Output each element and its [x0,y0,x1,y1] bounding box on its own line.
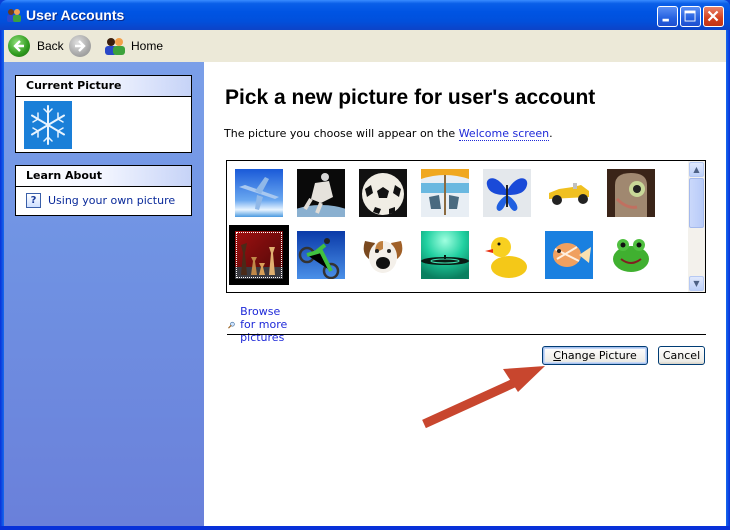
home-button[interactable]: Home [104,34,163,58]
scroll-down-button[interactable]: ▼ [689,276,704,291]
learn-about-heading: Learn About [16,166,191,187]
page-title: Pick a new picture for user's account [225,86,596,109]
scroll-thumb[interactable] [689,178,704,228]
current-picture-heading: Current Picture [16,76,191,97]
picture-cat[interactable] [607,169,655,217]
browse-label: Browse for more pictures [240,305,288,344]
picture-fish[interactable] [545,231,593,279]
user-accounts-window: User Accounts Back Home Current Picture … [0,0,730,530]
toolbar: Back Home [4,30,726,62]
magnifier-icon [228,321,235,328]
current-picture-snowflake [24,101,72,149]
forward-button[interactable] [69,34,91,58]
change-picture-button[interactable]: Change Picture [542,346,648,365]
picture-gallery: ▲ ▼ [226,160,706,293]
picture-beach-chairs[interactable] [421,169,469,217]
picture-race-car[interactable] [545,169,593,217]
home-users-icon [105,38,125,55]
scroll-up-button[interactable]: ▲ [689,162,704,177]
divider [227,334,706,335]
change-picture-label: Change Picture [553,349,637,362]
close-button[interactable] [703,6,724,27]
cancel-button[interactable]: Cancel [658,346,705,365]
window-title: User Accounts [26,7,125,23]
picture-astronaut[interactable] [297,169,345,217]
browse-pictures-link[interactable]: Browse for more pictures [228,305,295,344]
maximize-button[interactable] [680,6,701,27]
maximize-icon [684,10,696,22]
learn-item-label: Using your own picture [48,194,176,207]
picture-drip[interactable] [421,231,469,279]
window-frame-bottom [0,526,730,530]
close-icon [707,10,719,22]
back-button[interactable]: Back [8,34,64,58]
description-text: The picture you choose will appear on th… [224,127,459,140]
learn-about-box: Learn About ? Using your own picture [15,165,192,216]
minimize-button[interactable] [657,6,678,27]
learn-item-using-own-picture[interactable]: ? Using your own picture [16,187,191,208]
back-label: Back [37,39,64,53]
picture-butterfly[interactable] [483,169,531,217]
task-pane: Current Picture Learn About ? Using your… [4,62,204,526]
picture-dog[interactable] [359,231,407,279]
picture-dirt-bike[interactable] [297,231,345,279]
help-icon: ? [26,193,41,208]
picture-airplane[interactable] [235,169,283,217]
back-arrow-icon [8,35,30,57]
picture-chess[interactable] [229,225,289,285]
picture-rubber-duck[interactable] [483,231,531,279]
current-picture-box: Current Picture [15,75,192,153]
gallery-scrollbar[interactable]: ▲ ▼ [688,161,705,292]
description-period: . [549,127,553,140]
window-frame-right [726,30,730,530]
picture-frog[interactable] [607,231,655,279]
cancel-label: Cancel [662,349,701,362]
welcome-screen-link[interactable]: Welcome screen [458,127,550,141]
content-area: Current Picture Learn About ? Using your… [4,62,726,526]
title-bar[interactable]: User Accounts [0,0,730,30]
forward-arrow-icon [69,35,91,57]
page-description: The picture you choose will appear on th… [224,127,553,141]
home-label: Home [131,39,164,53]
minimize-icon [662,18,669,22]
picture-soccer-ball[interactable] [359,169,407,217]
user-accounts-icon [7,9,21,22]
